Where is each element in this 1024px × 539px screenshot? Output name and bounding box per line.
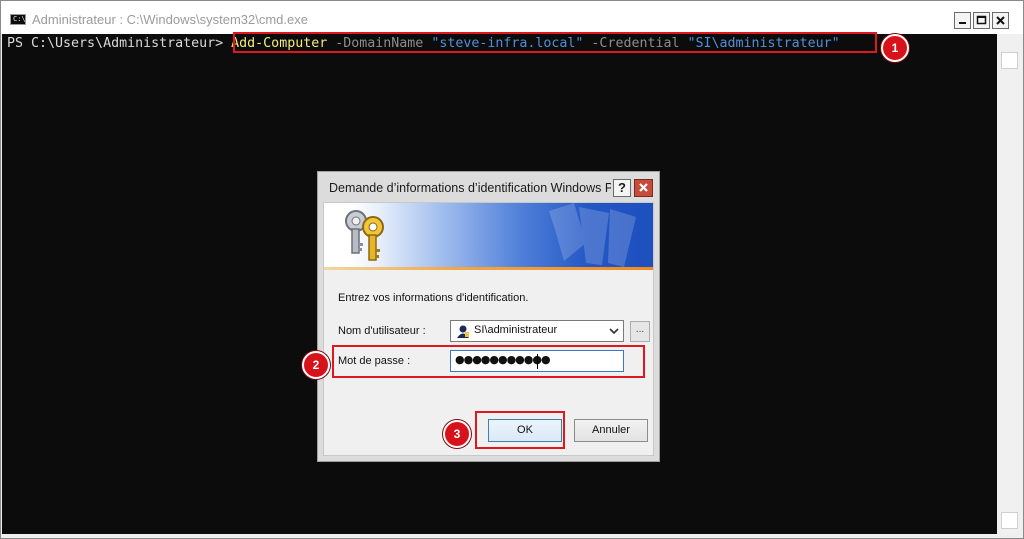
cancel-button[interactable]: Annuler xyxy=(574,419,648,442)
console-prompt: PS C:\Users\Administrateur> xyxy=(7,36,232,51)
highlight-command xyxy=(233,32,877,53)
dialog-banner xyxy=(324,203,653,270)
scroll-down-button[interactable] xyxy=(1001,512,1018,529)
browse-credentials-button[interactable]: ... xyxy=(630,321,650,342)
highlight-password xyxy=(332,345,645,378)
dialog-close-button[interactable] xyxy=(634,179,653,197)
banner-stripe xyxy=(324,267,653,270)
window-title: Administrateur : C:\Windows\system32\cmd… xyxy=(32,12,308,27)
username-combobox[interactable]: SI\administrateur xyxy=(450,320,624,342)
cmd-console-icon: C:\ xyxy=(10,14,26,25)
title-bar[interactable]: C:\ Administrateur : C:\Windows\system32… xyxy=(1,1,1023,34)
scroll-up-button[interactable] xyxy=(1001,52,1018,69)
vertical-scrollbar[interactable] xyxy=(998,34,1020,535)
maximize-button[interactable] xyxy=(973,12,990,29)
minimize-icon xyxy=(959,22,966,24)
username-label: Nom d'utilisateur : xyxy=(338,325,426,337)
chevron-down-icon xyxy=(609,328,619,335)
close-icon xyxy=(996,16,1005,25)
instructions-text: Entrez vos informations d'identification… xyxy=(338,292,529,304)
help-button[interactable]: ? xyxy=(613,179,631,197)
highlight-ok xyxy=(475,411,565,449)
dialog-title: Demande d’informations d’identification … xyxy=(329,181,611,195)
step-badge-2: 2 xyxy=(302,351,330,379)
username-value: SI\administrateur xyxy=(474,324,558,336)
user-icon xyxy=(457,325,469,338)
close-button[interactable] xyxy=(992,12,1009,29)
keys-icon xyxy=(345,210,384,261)
minimize-button[interactable] xyxy=(954,12,971,29)
step-badge-1: 1 xyxy=(881,34,909,62)
maximize-icon xyxy=(976,15,987,25)
step-badge-3: 3 xyxy=(443,420,471,448)
close-icon xyxy=(639,183,648,192)
